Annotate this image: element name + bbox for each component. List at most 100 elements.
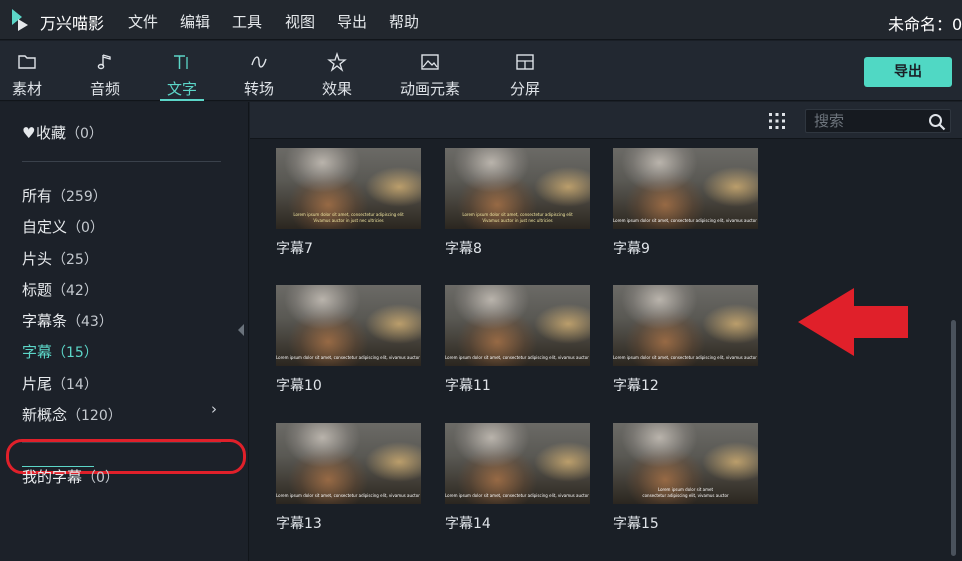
scrollbar-thumb[interactable] bbox=[951, 320, 956, 556]
sidebar-item-count: （14） bbox=[52, 377, 98, 393]
thumbnail-caption: Lorem ipsum dolor sit amet, consectetur … bbox=[276, 355, 421, 360]
sidebar-item-label: 标题 bbox=[22, 281, 53, 299]
thumbnail-caption: Lorem ipsum dolor sit amet, consectetur … bbox=[293, 212, 404, 217]
divider bbox=[22, 161, 221, 162]
thumbnail-caption: Lorem ipsum dolor sit amet, consectetur … bbox=[276, 493, 421, 498]
menu-edit[interactable]: 编辑 bbox=[180, 11, 210, 32]
tab-media[interactable]: 素材 bbox=[4, 41, 50, 101]
category-sidebar: ♥收藏（0） 所有（259） 自定义（0） 片头（25） 标题（42） 字幕条（… bbox=[0, 102, 249, 561]
subtitle-card[interactable]: Lorem ipsum dolor sit amet, consectetur … bbox=[613, 148, 758, 258]
export-button[interactable]: 导出 bbox=[864, 57, 952, 87]
card-label: 字幕9 bbox=[613, 241, 650, 257]
tab-audio[interactable]: 音频 bbox=[82, 41, 128, 101]
sidebar-item-label: 我的字幕 bbox=[22, 468, 83, 486]
chevron-right-icon[interactable]: › bbox=[211, 400, 217, 418]
sidebar-item-label: 字幕条 bbox=[22, 312, 68, 330]
sidebar-item-count: （0） bbox=[66, 126, 103, 142]
card-label: 字幕10 bbox=[276, 378, 322, 394]
menu-tools[interactable]: 工具 bbox=[232, 11, 262, 32]
sidebar-item-label: 收藏 bbox=[36, 124, 67, 142]
menu-help[interactable]: 帮助 bbox=[389, 11, 419, 32]
tab-label: 素材 bbox=[11, 80, 42, 98]
sidebar-item-titles[interactable]: 标题（42） bbox=[22, 279, 98, 300]
active-tab-indicator bbox=[160, 99, 204, 101]
card-label: 字幕14 bbox=[445, 516, 491, 532]
subtitle-card[interactable]: Lorem ipsum dolor sit amet, consectetur … bbox=[276, 285, 421, 395]
subtitle-card[interactable]: Lorem ipsum dolor sit amet, consectetur … bbox=[276, 423, 421, 533]
card-label: 字幕8 bbox=[445, 241, 482, 257]
card-label: 字幕13 bbox=[276, 516, 322, 532]
thumbnail-caption: Lorem ipsum dolor sit amet, consectetur … bbox=[613, 218, 758, 223]
tab-label: 转场 bbox=[243, 80, 274, 98]
transition-icon bbox=[251, 56, 267, 68]
subtitle-thumbnail: Lorem ipsum dolor sit amet, consectetur … bbox=[613, 285, 758, 366]
thumbnail-caption: Lorem ipsum dolor sit amet, consectetur … bbox=[445, 493, 590, 498]
heart-icon: ♥ bbox=[22, 124, 36, 142]
sidebar-item-subtitles[interactable]: 字幕（15） bbox=[22, 341, 98, 362]
media-tab-bar: 素材 音频 文字 转场 效果 动画元素 分屏 导出 bbox=[0, 41, 962, 101]
tab-label: 音频 bbox=[89, 80, 120, 98]
subtitle-thumbnail: Lorem ipsum dolor sit amet, consectetur … bbox=[276, 148, 421, 229]
thumbnail-caption: Lorem ipsum dolor sit amet, consectetur … bbox=[613, 355, 758, 360]
card-label: 字幕15 bbox=[613, 516, 659, 532]
subtitle-thumbnail: Lorem ipsum dolor sit amet, consectetur … bbox=[445, 148, 590, 229]
tab-transition[interactable]: 转场 bbox=[236, 41, 282, 101]
sidebar-item-new-concept[interactable]: 新概念（120） bbox=[22, 404, 122, 425]
subtitle-thumbnail: Lorem ipsum dolor sit amet, consectetur … bbox=[276, 285, 421, 366]
sidebar-item-opener[interactable]: 片头（25） bbox=[22, 248, 98, 269]
tab-split-screen[interactable]: 分屏 bbox=[502, 41, 548, 101]
effects-icon bbox=[327, 52, 347, 72]
subtitle-thumbnail: Lorem ipsum dolor sit amet, consectetur … bbox=[445, 423, 590, 504]
grid-view-icon[interactable] bbox=[769, 113, 785, 129]
sidebar-item-label: 自定义 bbox=[22, 218, 68, 236]
sidebar-item-label: 所有 bbox=[22, 187, 53, 205]
sidebar-item-favorites[interactable]: ♥收藏（0） bbox=[22, 122, 103, 143]
subtitle-thumbnail: Lorem ipsum dolor sit amet, consectetur … bbox=[445, 285, 590, 366]
thumbnail-caption: Vivamus auctor in just nec ultricies bbox=[482, 218, 553, 223]
sidebar-item-count: （259） bbox=[52, 189, 107, 205]
tab-label: 效果 bbox=[321, 80, 352, 98]
menu-view[interactable]: 视图 bbox=[285, 11, 315, 32]
sidebar-item-lower-thirds[interactable]: 字幕条（43） bbox=[22, 310, 113, 331]
sidebar-item-count: （43） bbox=[67, 314, 113, 330]
subtitle-card[interactable]: Lorem ipsum dolor sit amet, consectetur … bbox=[445, 148, 590, 258]
tab-effects[interactable]: 效果 bbox=[314, 41, 360, 101]
sidebar-item-all[interactable]: 所有（259） bbox=[22, 185, 107, 206]
folder-icon bbox=[18, 55, 36, 69]
card-label: 字幕12 bbox=[613, 378, 659, 394]
subtitle-thumbnail: Lorem ipsum dolor sit amet consectetur a… bbox=[613, 423, 758, 504]
sidebar-item-count: （0） bbox=[82, 470, 119, 486]
text-icon bbox=[174, 55, 188, 69]
sidebar-item-label: 片头 bbox=[22, 250, 53, 268]
menu-export[interactable]: 导出 bbox=[337, 11, 367, 32]
thumbnail-caption: consectetur adipiscing elit, vivamus auc… bbox=[642, 493, 729, 498]
sidebar-item-end-credits[interactable]: 片尾（14） bbox=[22, 373, 98, 394]
sidebar-item-count: （120） bbox=[67, 408, 122, 424]
tab-label: 分屏 bbox=[509, 80, 540, 98]
app-logo-icon bbox=[12, 9, 28, 31]
subtitle-thumbnail: Lorem ipsum dolor sit amet, consectetur … bbox=[276, 423, 421, 504]
subtitle-card[interactable]: Lorem ipsum dolor sit amet, consectetur … bbox=[276, 148, 421, 258]
subtitle-card[interactable]: Lorem ipsum dolor sit amet, consectetur … bbox=[613, 285, 758, 395]
subtitle-card[interactable]: Lorem ipsum dolor sit amet consectetur a… bbox=[613, 423, 758, 533]
search-icon[interactable] bbox=[928, 113, 946, 131]
search-input[interactable] bbox=[814, 112, 924, 130]
sidebar-item-count: （42） bbox=[52, 283, 98, 299]
sidebar-item-custom[interactable]: 自定义（0） bbox=[22, 216, 104, 237]
sidebar-item-label: 片尾 bbox=[22, 375, 53, 393]
tab-label: 文字 bbox=[166, 80, 197, 98]
subtitle-thumbnail: Lorem ipsum dolor sit amet, consectetur … bbox=[613, 148, 758, 229]
sidebar-item-my-subtitles[interactable]: 我的字幕（0） bbox=[22, 466, 119, 487]
divider bbox=[22, 442, 221, 443]
tab-text[interactable]: 文字 bbox=[160, 41, 204, 101]
thumbnail-caption: Lorem ipsum dolor sit amet, consectetur … bbox=[462, 212, 573, 217]
music-note-icon bbox=[97, 54, 111, 70]
tab-label: 动画元素 bbox=[399, 80, 460, 98]
sidebar-item-count: （25） bbox=[52, 252, 98, 268]
subtitle-card[interactable]: Lorem ipsum dolor sit amet, consectetur … bbox=[445, 285, 590, 395]
image-icon bbox=[421, 54, 439, 70]
collapse-panel-handle[interactable] bbox=[238, 324, 244, 336]
subtitle-card[interactable]: Lorem ipsum dolor sit amet, consectetur … bbox=[445, 423, 590, 533]
menu-file[interactable]: 文件 bbox=[128, 11, 158, 32]
tab-animated-elements[interactable]: 动画元素 bbox=[396, 41, 464, 101]
